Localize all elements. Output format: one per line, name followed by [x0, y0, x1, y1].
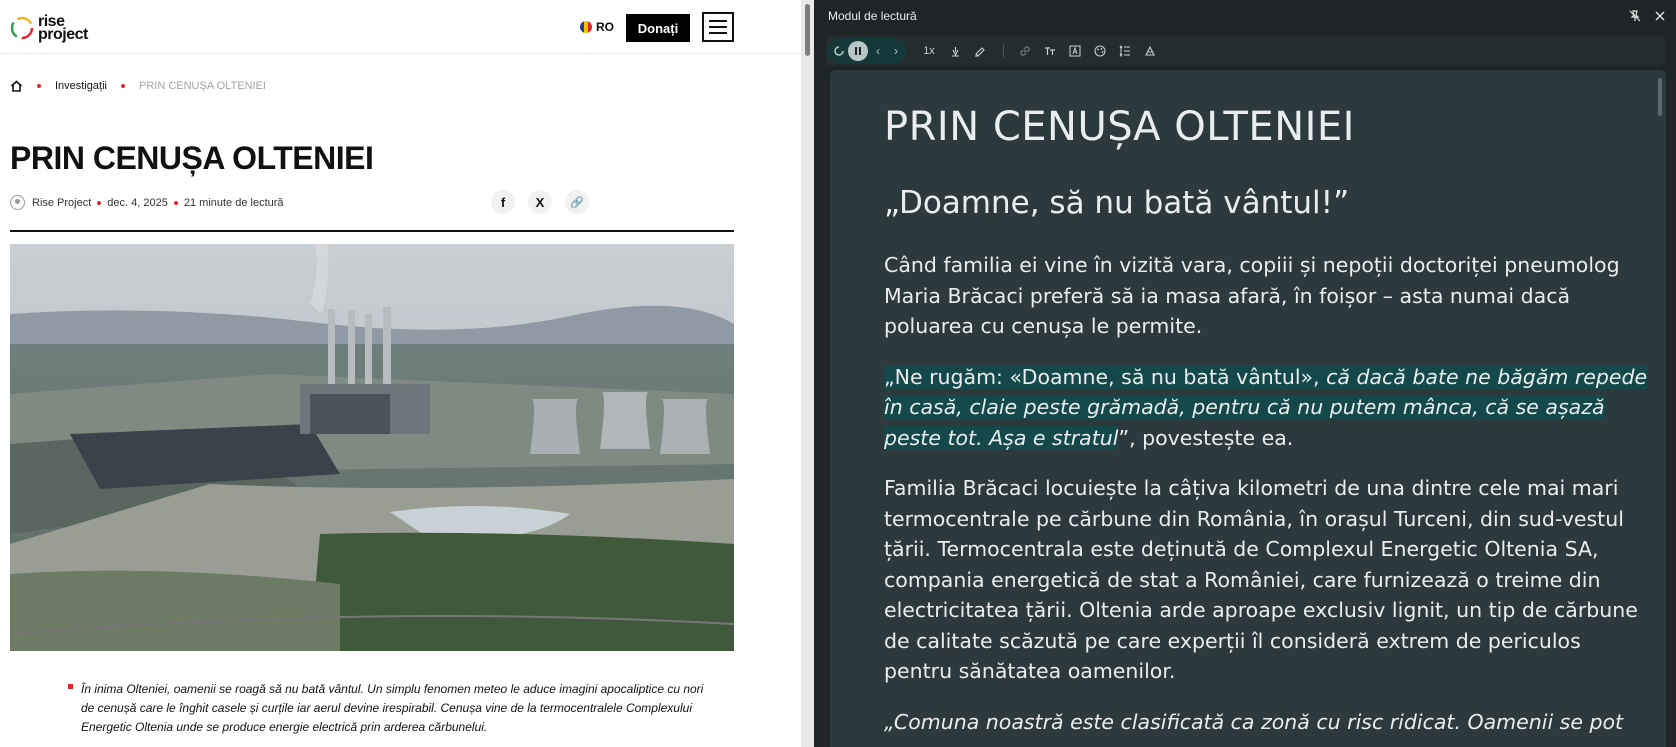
reader-scrollbar-thumb[interactable] — [1658, 78, 1662, 116]
author-name[interactable]: Rise Project — [32, 197, 91, 209]
highlighted-text: „Ne rugăm: «Doamne, să nu bată vântul», — [884, 364, 1327, 389]
reader-paragraph: Familia Brăcaci locuiește la câțiva kilo… — [884, 476, 1638, 683]
reader-subtitle: „Doamne, să nu bată vântul!” — [884, 185, 1350, 221]
font-icon[interactable] — [1066, 42, 1084, 60]
pause-button[interactable] — [848, 41, 868, 61]
reader-titlebar: Modul de lectură — [814, 0, 1676, 32]
author-avatar-icon — [10, 195, 25, 210]
unpin-icon[interactable] — [1627, 8, 1643, 24]
loading-spinner-icon — [829, 41, 849, 61]
reader-paragraph-highlighted: „Ne rugăm: «Doamne, să nu bată vântul», … — [884, 362, 1650, 454]
romania-flag-icon — [580, 21, 592, 33]
playback-speed-button[interactable]: 1x — [920, 42, 938, 60]
reader-toolbar: ‹ › 1x — [826, 36, 1666, 66]
voice-icon[interactable] — [946, 42, 964, 60]
site-logo[interactable]: rise project — [10, 12, 100, 43]
breadcrumb-current: PRIN CENUȘA OLTENIEI — [138, 80, 266, 92]
next-icon[interactable]: › — [886, 41, 906, 61]
reader-text: PRIN CENUȘA OLTENIEI „Doamne, să nu bată… — [884, 102, 1650, 747]
article-meta: Rise Project dec. 4, 2025 21 minute de l… — [10, 195, 284, 210]
article-title: PRIN CENUȘA OLTENIEI — [10, 140, 374, 176]
breadcrumb-separator — [37, 84, 41, 88]
breadcrumb-separator — [120, 84, 125, 88]
close-icon[interactable] — [1652, 8, 1668, 24]
paragraph-tail: ”, povestește ea. — [1118, 425, 1294, 450]
title-divider — [10, 230, 734, 232]
logo-ring-icon — [10, 16, 34, 40]
breadcrumb-section-link[interactable]: Investigații — [55, 80, 107, 92]
page-scrollbar[interactable] — [801, 0, 814, 747]
highlight-icon[interactable] — [971, 42, 989, 60]
read-time: 21 minute de lectură — [183, 196, 284, 209]
playback-controls: ‹ › — [828, 38, 906, 64]
link-icon[interactable] — [1016, 42, 1034, 60]
site-header: rise project RO Donați — [0, 0, 801, 54]
hamburger-menu-icon[interactable] — [702, 12, 734, 42]
toolbar-separator — [1003, 44, 1004, 58]
x-share-icon[interactable]: X — [528, 190, 552, 214]
reader-panel-title: Modul de lectură — [828, 9, 917, 23]
theme-palette-icon[interactable] — [1091, 42, 1109, 60]
web-page: rise project RO Donați Investigații PRIN… — [0, 0, 801, 747]
meta-separator — [173, 200, 178, 205]
reader-title: PRIN CENUȘA OLTENIEI — [884, 104, 1355, 150]
line-spacing-icon[interactable] — [1116, 42, 1134, 60]
previous-icon[interactable]: ‹ — [868, 41, 888, 61]
logo-line-2: project — [38, 26, 88, 43]
language-selector[interactable]: RO — [580, 20, 614, 34]
reader-article: PRIN CENUȘA OLTENIEI „Doamne, să nu bată… — [830, 70, 1666, 747]
publish-date: dec. 4, 2025 — [107, 196, 168, 209]
facebook-share-icon[interactable]: f — [491, 190, 515, 214]
copy-link-icon[interactable]: 🔗 — [565, 190, 589, 214]
logo-text: rise project — [38, 14, 88, 43]
meta-separator — [97, 200, 102, 205]
reading-settings-icon[interactable] — [1141, 42, 1159, 60]
screen: rise project RO Donați Investigații PRIN… — [0, 0, 1676, 747]
text-size-icon[interactable] — [1041, 42, 1059, 60]
reader-paragraph-quote: „Comuna noastră este clasificată ca zonă… — [884, 709, 1624, 734]
language-label: RO — [596, 20, 614, 34]
donate-button[interactable]: Donați — [626, 14, 690, 42]
reader-paragraph: Când familia ei vine în vizită vara, cop… — [884, 253, 1620, 338]
lead-text: În inima Olteniei, oamenii se roagă să n… — [81, 682, 704, 734]
home-icon[interactable] — [10, 80, 23, 92]
breadcrumb: Investigații PRIN CENUȘA OLTENIEI — [10, 80, 266, 92]
article-lead: În inima Olteniei, oamenii se roagă să n… — [68, 680, 708, 737]
lead-bullet — [68, 684, 73, 689]
page-scrollbar-thumb[interactable] — [805, 4, 810, 56]
hero-image-power-plant — [10, 244, 734, 651]
reading-mode-panel: Modul de lectură ‹ › 1x PRIN CENUȘA OLTE… — [814, 0, 1676, 747]
